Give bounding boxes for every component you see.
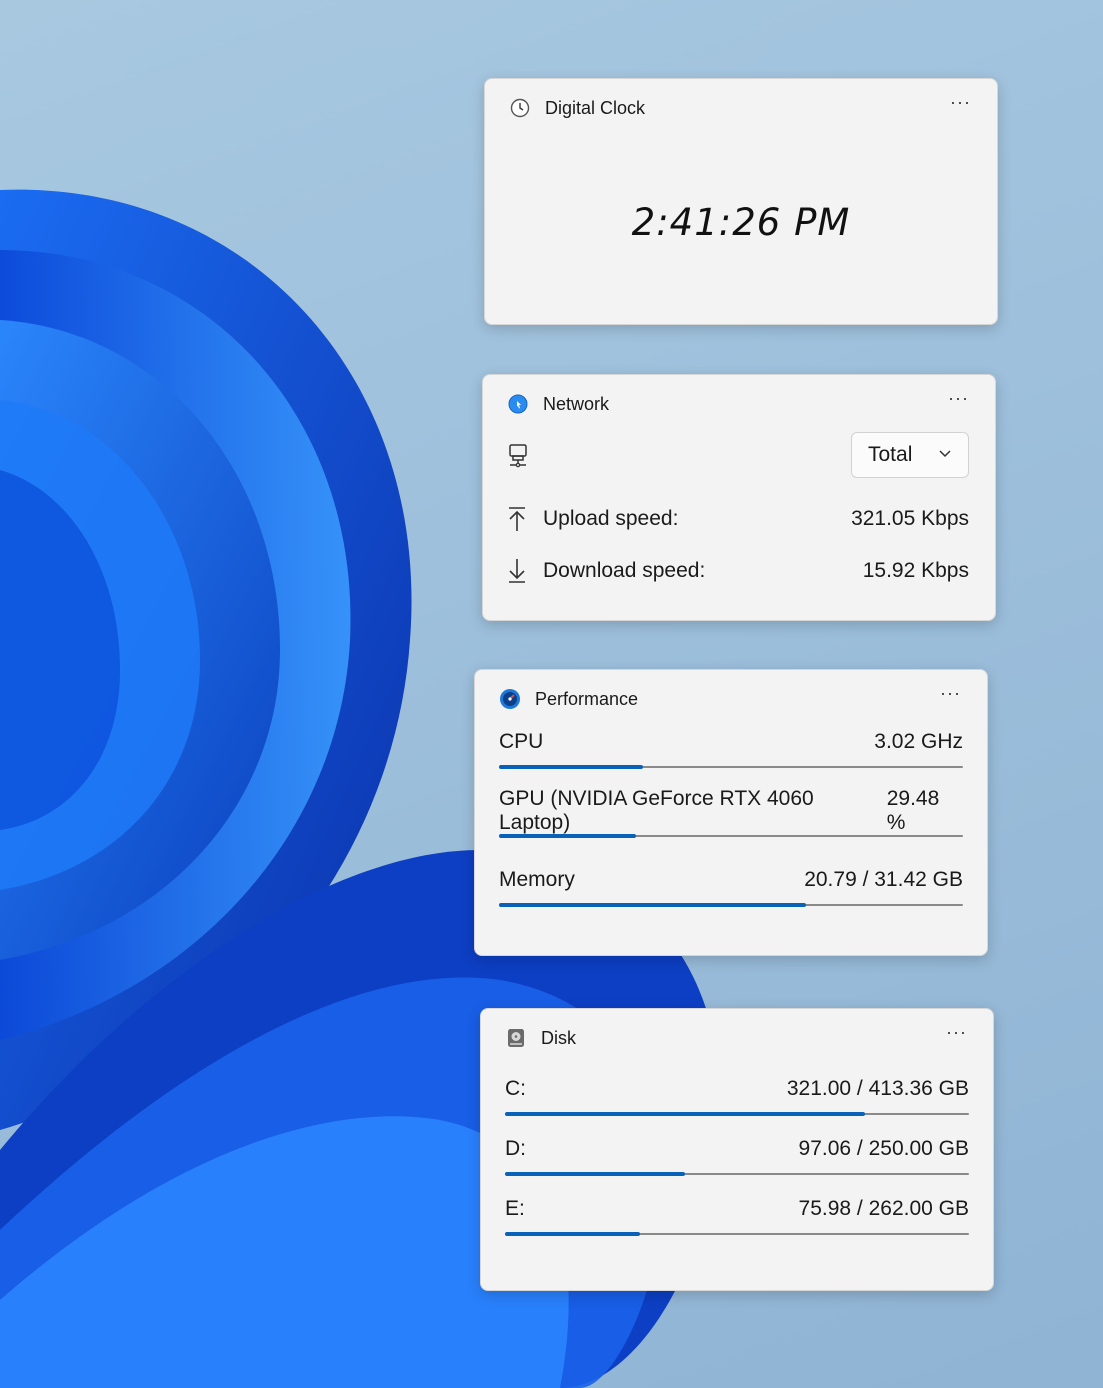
dropdown-selected-value: Total: [868, 443, 913, 466]
usage-bar: [505, 1112, 969, 1116]
drive-usage-value: 321.00 / 413.36 GB: [786, 1077, 969, 1100]
more-options-button[interactable]: ···: [950, 93, 971, 111]
disk-widget: Disk ··· C: 321.00 / 413.36 GB D: 97.06 …: [480, 1008, 994, 1291]
widget-header: Disk: [505, 1025, 969, 1051]
network-globe-icon: [507, 393, 529, 415]
drive-usage-value: 75.98 / 262.00 GB: [798, 1197, 969, 1220]
more-options-button[interactable]: ···: [948, 389, 969, 407]
performance-widget: Performance ··· CPU 3.02 GHz GPU (NVIDIA…: [474, 669, 988, 956]
hard-drive-icon: [505, 1027, 527, 1049]
upload-speed-value: 321.05 Kbps: [851, 507, 969, 530]
metric-label: CPU: [499, 730, 544, 753]
drive-label: E:: [505, 1197, 525, 1220]
widget-header: Network: [507, 391, 971, 417]
usage-bar: [505, 1172, 969, 1176]
clock-icon: [509, 97, 531, 119]
more-options-button[interactable]: ···: [946, 1023, 967, 1041]
metric-value: 3.02 GHz: [874, 730, 963, 753]
metric-label: GPU (NVIDIA GeForce RTX 4060 Laptop): [499, 787, 814, 834]
usage-bar: [499, 765, 963, 769]
widget-header: Performance: [499, 686, 963, 712]
usage-bar-fill: [499, 903, 807, 907]
metric-memory: Memory 20.79 / 31.42 GB: [499, 866, 963, 907]
usage-bar-fill: [505, 1112, 866, 1116]
usage-bar-fill: [505, 1172, 686, 1176]
upload-speed-label: Upload speed:: [543, 507, 679, 530]
drive-label: C:: [505, 1077, 526, 1100]
drive-e: E: 75.98 / 262.00 GB: [505, 1195, 969, 1236]
drive-c: C: 321.00 / 413.36 GB: [505, 1075, 969, 1116]
drive-usage-value: 97.06 / 250.00 GB: [798, 1137, 969, 1160]
usage-bar-fill: [499, 765, 643, 769]
widget-title: Disk: [541, 1027, 576, 1048]
metric-label: Memory: [499, 868, 575, 891]
clock-time: 2:41:26 PM: [631, 201, 851, 244]
network-widget: Network ··· Total Upload speed: 321.05 K…: [482, 374, 996, 621]
more-options-button[interactable]: ···: [940, 684, 961, 702]
widget-title: Network: [543, 393, 610, 414]
upload-arrow-icon: [507, 506, 529, 532]
usage-bar-fill: [505, 1232, 640, 1236]
download-speed-label: Download speed:: [543, 559, 706, 582]
usage-bar: [499, 834, 963, 838]
drive-d: D: 97.06 / 250.00 GB: [505, 1135, 969, 1176]
computer-network-icon: [507, 443, 531, 474]
download-arrow-icon: [507, 558, 529, 584]
download-speed-value: 15.92 Kbps: [862, 559, 969, 582]
usage-bar: [505, 1232, 969, 1236]
widget-title: Performance: [535, 688, 639, 709]
metric-value: 29.48 %: [886, 787, 940, 834]
network-filter-dropdown[interactable]: Total: [851, 432, 969, 478]
metric-value: 20.79 / 31.42 GB: [804, 868, 963, 891]
usage-bar: [499, 903, 963, 907]
usage-bar-fill: [499, 834, 636, 838]
chevron-down-icon: [938, 446, 952, 464]
digital-clock-widget: Digital Clock ··· 2:41:26 PM: [484, 78, 998, 325]
metric-gpu: GPU (NVIDIA GeForce RTX 4060 Laptop) 29.…: [499, 787, 963, 838]
widget-title: Digital Clock: [545, 97, 646, 118]
speedometer-icon: [499, 688, 521, 710]
download-speed-row: Download speed: 15.92 Kbps: [507, 556, 969, 586]
widget-header: Digital Clock: [509, 95, 973, 121]
metric-cpu: CPU 3.02 GHz: [499, 728, 963, 769]
upload-speed-row: Upload speed: 321.05 Kbps: [507, 504, 969, 534]
drive-label: D:: [505, 1137, 526, 1160]
